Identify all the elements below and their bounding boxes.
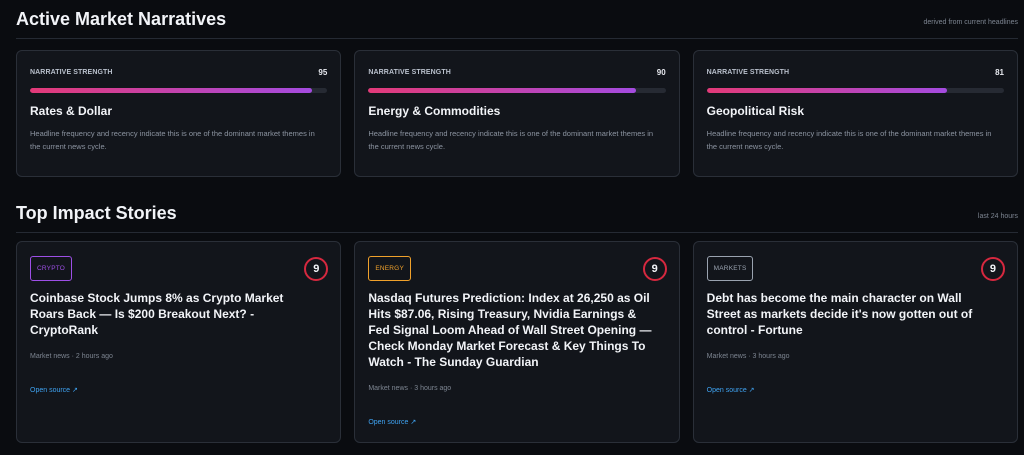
- narrative-card: NARRATIVE STRENGTH 90 Energy & Commoditi…: [354, 50, 680, 177]
- stories-note: last 24 hours: [977, 213, 1018, 220]
- story-meta: Market news · 3 hours ago: [706, 353, 790, 360]
- narrative-strength-label: NARRATIVE STRENGTH: [706, 68, 790, 76]
- narrative-strength-bar: [706, 88, 1004, 93]
- narrative-title: Geopolitical Risk: [706, 104, 805, 118]
- narrative-strength-bar: [368, 88, 666, 93]
- narrative-description: Headline frequency and recency indicate …: [30, 129, 315, 151]
- narrative-strength-fill: [30, 88, 313, 93]
- narrative-strength-score: 90: [656, 67, 666, 77]
- narrative-strength-score: 95: [318, 67, 328, 77]
- category-tag: MARKETS: [706, 256, 754, 281]
- story-card: MARKETS 9 Debt has become the main chara…: [692, 241, 1018, 443]
- narratives-note: derived from current headlines: [923, 19, 1018, 26]
- narrative-description: Headline frequency and recency indicate …: [368, 129, 654, 151]
- open-source-link[interactable]: Open source ↗: [707, 386, 1004, 394]
- open-source-link[interactable]: Open source ↗: [368, 418, 665, 426]
- story-headline: Coinbase Stock Jumps 8% as Crypto Market…: [30, 291, 284, 337]
- narrative-strength-fill: [706, 88, 948, 93]
- narrative-card: NARRATIVE STRENGTH 95 Rates & Dollar Hea…: [16, 50, 342, 177]
- narrative-title: Energy & Commodities: [368, 104, 501, 118]
- story-meta: Market news · 3 hours ago: [368, 385, 452, 392]
- narrative-strength-label: NARRATIVE STRENGTH: [30, 68, 113, 76]
- narrative-title: Rates & Dollar: [30, 104, 113, 118]
- narrative-strength-score: 81: [995, 67, 1004, 77]
- story-meta: Market news · 2 hours ago: [30, 353, 113, 360]
- story-headline: Debt has become the main character on Wa…: [706, 291, 973, 337]
- story-cards: CRYPTO 9 Coinbase Stock Jumps 8% as Cryp…: [16, 241, 1018, 443]
- stories-section-header: Top Impact Stories last 24 hours: [16, 203, 1018, 233]
- stories-title: Top Impact Stories: [16, 203, 177, 223]
- impact-score-badge: 9: [304, 257, 329, 281]
- narrative-cards: NARRATIVE STRENGTH 95 Rates & Dollar Hea…: [16, 50, 1018, 177]
- narrative-strength-fill: [368, 88, 636, 93]
- narrative-strength-bar: [30, 88, 328, 93]
- category-tag: ENERGY: [368, 256, 411, 281]
- narrative-strength-label: NARRATIVE STRENGTH: [368, 68, 451, 76]
- narrative-card: NARRATIVE STRENGTH 81 Geopolitical Risk …: [692, 50, 1018, 177]
- open-source-link[interactable]: Open source ↗: [30, 386, 327, 394]
- story-card: ENERGY 9 Nasdaq Futures Prediction: Inde…: [354, 241, 680, 443]
- narratives-section-header: Active Market Narratives derived from cu…: [16, 9, 1018, 39]
- category-tag: CRYPTO: [30, 256, 73, 281]
- narratives-title: Active Market Narratives: [16, 9, 227, 29]
- impact-score-badge: 9: [642, 257, 667, 281]
- story-card: CRYPTO 9 Coinbase Stock Jumps 8% as Cryp…: [16, 241, 342, 443]
- story-headline: Nasdaq Futures Prediction: Index at 26,2…: [368, 291, 652, 369]
- impact-score-badge: 9: [980, 257, 1005, 281]
- narrative-description: Headline frequency and recency indicate …: [706, 129, 992, 151]
